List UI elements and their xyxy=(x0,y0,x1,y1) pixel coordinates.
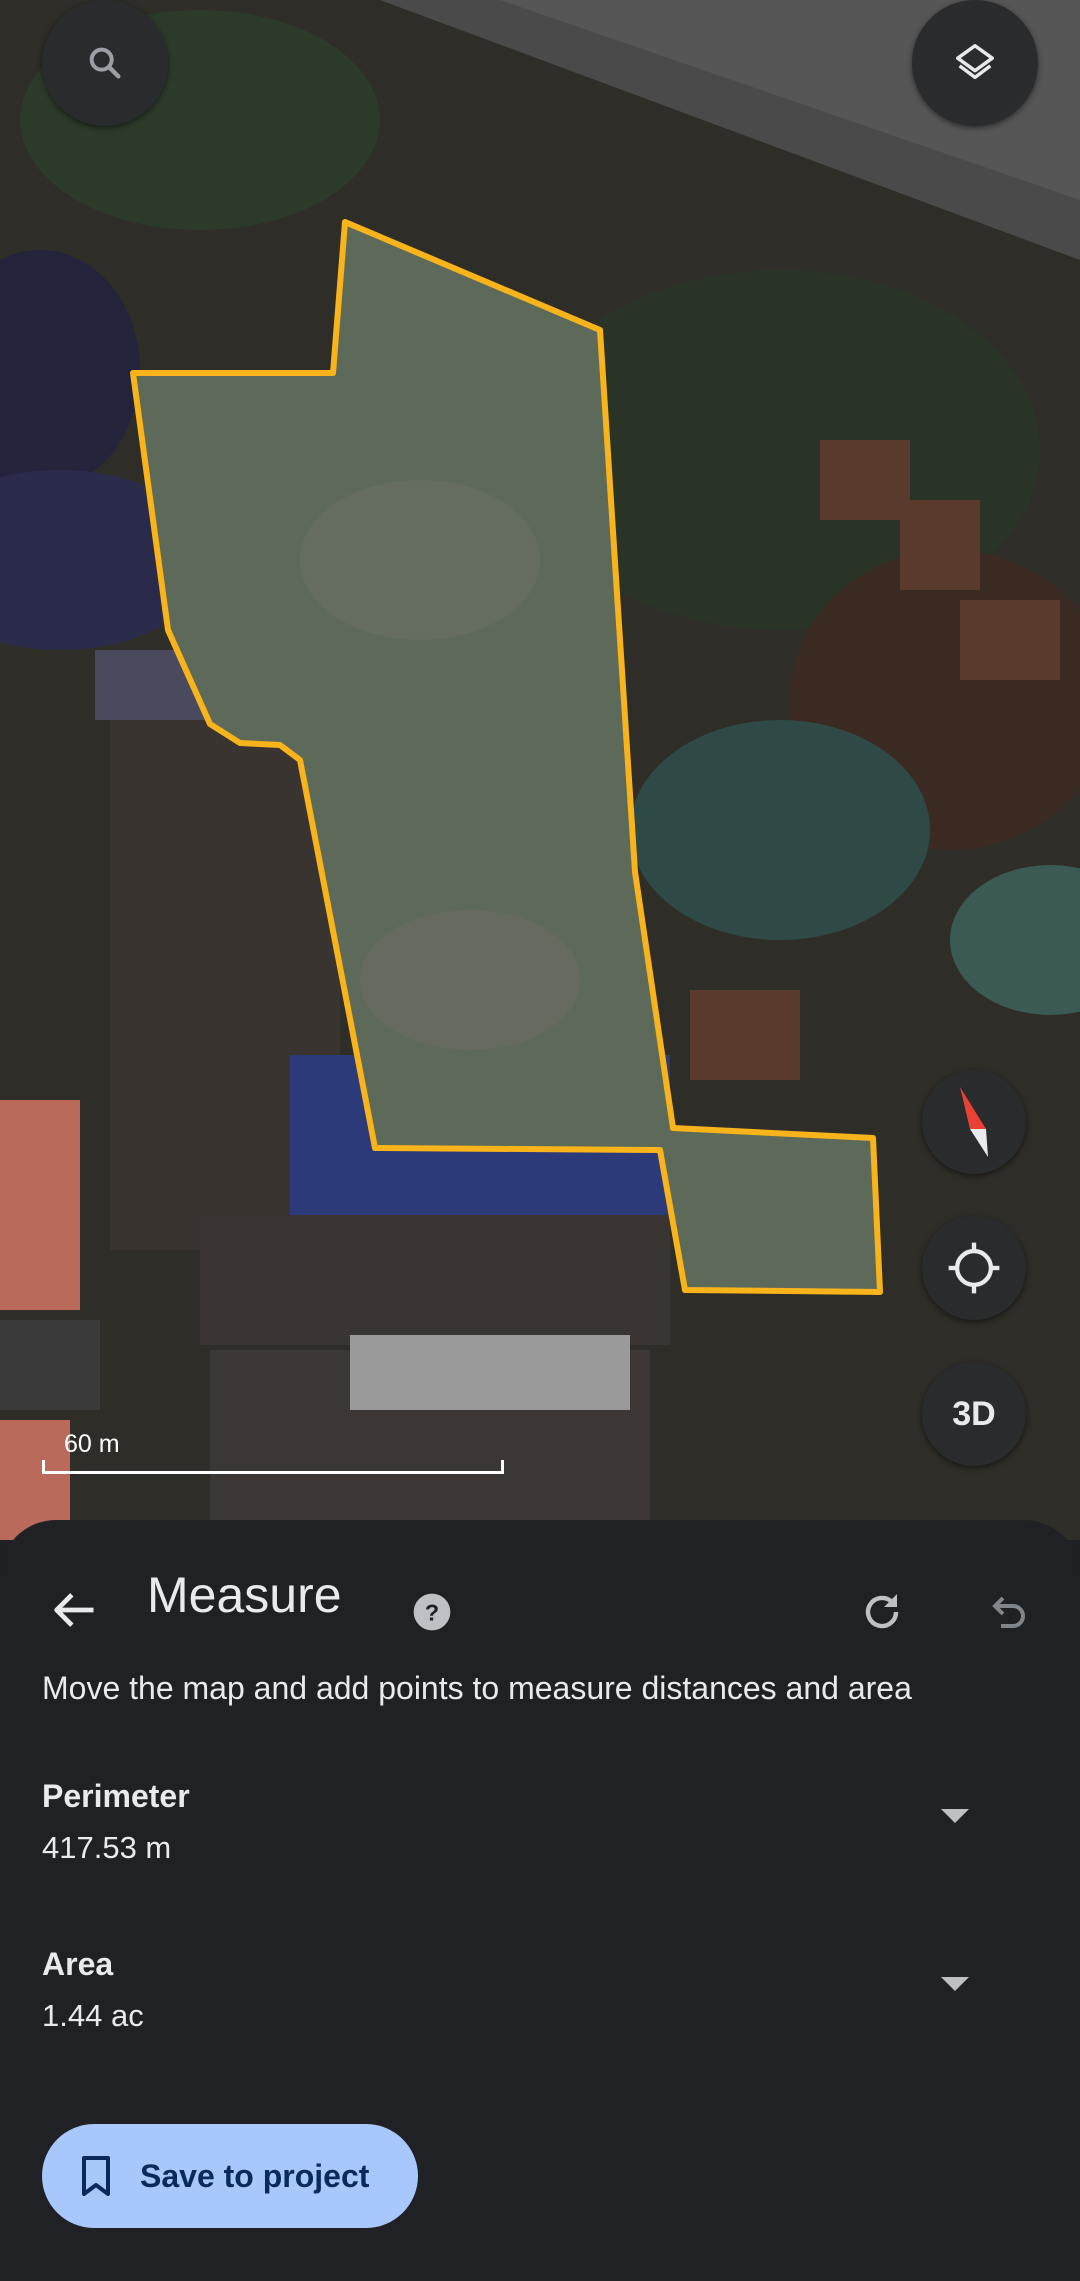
save-to-project-button[interactable]: Save to project xyxy=(42,2124,418,2228)
back-button[interactable] xyxy=(38,1574,110,1646)
chevron-down-icon[interactable] xyxy=(938,1806,972,1826)
area-value: 1.44 ac xyxy=(42,1998,144,2033)
compass-icon xyxy=(960,1087,988,1157)
measure-sheet: Measure ? Move the map and add points to… xyxy=(0,1520,1080,2281)
back-arrow-icon xyxy=(54,1593,94,1627)
search-icon xyxy=(89,47,121,79)
search-button[interactable] xyxy=(42,0,168,126)
perimeter-row[interactable]: Perimeter 417.53 m xyxy=(42,1778,1042,1888)
perimeter-label: Perimeter xyxy=(42,1778,190,1814)
redo-button[interactable] xyxy=(850,1580,914,1644)
save-button-label: Save to project xyxy=(140,2157,370,2194)
satellite-map[interactable]: 3D 60 m xyxy=(0,0,1080,1540)
redo-icon xyxy=(865,1594,899,1629)
my-location-button[interactable] xyxy=(922,1216,1026,1320)
bookmark-icon xyxy=(82,2156,110,2196)
map-scale: 60 m xyxy=(42,1430,506,1474)
instructions-text: Move the map and add points to measure d… xyxy=(42,1670,912,1706)
page-title: Measure xyxy=(147,1567,342,1623)
help-button[interactable]: ? xyxy=(410,1590,454,1634)
undo-icon xyxy=(992,1596,1025,1628)
help-icon: ? xyxy=(413,1593,451,1631)
area-row[interactable]: Area 1.44 ac xyxy=(42,1946,1042,2056)
area-label: Area xyxy=(42,1946,114,1982)
scale-bar xyxy=(42,1460,504,1474)
satellite-imagery xyxy=(0,0,1080,1540)
chevron-down-icon[interactable] xyxy=(938,1974,972,1994)
my-location-icon xyxy=(948,1242,1000,1294)
3d-toggle-button[interactable]: 3D xyxy=(922,1362,1026,1466)
compass-button[interactable] xyxy=(922,1070,1026,1174)
3d-label: 3D xyxy=(952,1394,996,1433)
undo-button[interactable] xyxy=(975,1580,1039,1644)
layers-icon xyxy=(956,44,994,80)
perimeter-value: 417.53 m xyxy=(42,1830,172,1865)
scale-label: 60 m xyxy=(64,1430,120,1458)
svg-text:?: ? xyxy=(425,1599,439,1625)
layers-button[interactable] xyxy=(912,0,1038,126)
